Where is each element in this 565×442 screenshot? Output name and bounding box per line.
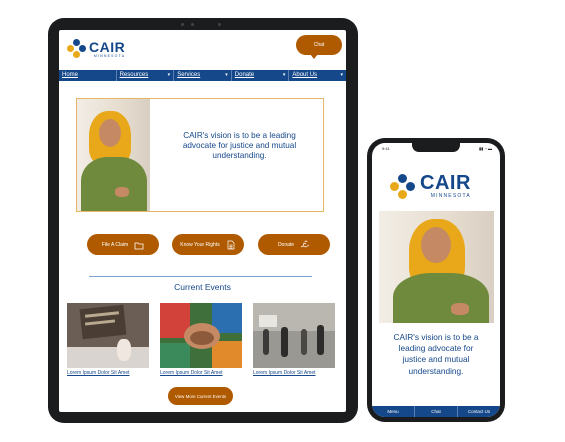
event-link[interactable]: Lorem Ipsum Dolor Sit Amet	[253, 370, 335, 376]
chevron-down-icon: ▾	[340, 72, 343, 78]
event-card[interactable]: Lorem Ipsum Dolor Sit Amet	[160, 303, 242, 376]
main-nav: Home Resources ▾ Services ▾ Donate ▾ About …	[59, 70, 346, 81]
cair-logo[interactable]: CAIR MINNESOTA	[390, 173, 471, 199]
event-link[interactable]: Lorem Ipsum Dolor Sit Amet	[160, 370, 242, 376]
camera-dot	[218, 23, 221, 26]
event-image-street-march	[253, 303, 335, 368]
logo-mark-icon	[67, 39, 86, 58]
chevron-down-icon: ▾	[225, 72, 228, 78]
site-header: CAIR MINNESOTA Chat	[59, 30, 346, 68]
know-your-rights-button[interactable]: Know Your Rights	[172, 234, 244, 255]
vision-statement: CAIR's vision is to be a leading advocat…	[393, 332, 479, 376]
button-label: Know Your Rights	[180, 241, 220, 248]
tablet-device-frame: CAIR MINNESOTA Chat Home Resources ▾ Serv…	[48, 18, 358, 423]
tablet-screen: CAIR MINNESOTA Chat Home Resources ▾ Serv…	[59, 30, 346, 412]
view-more-events-button[interactable]: View More Current Events	[168, 387, 233, 405]
donate-hand-icon	[300, 240, 310, 247]
document-icon	[227, 240, 235, 249]
nav-item-resources[interactable]: Resources ▾	[117, 70, 175, 81]
logo-mark-icon	[390, 173, 415, 199]
vision-statement: CAIR's vision is to be a leading advocat…	[182, 131, 297, 160]
camera-dot	[181, 23, 184, 26]
logo-subtitle: MINNESOTA	[93, 53, 126, 58]
section-divider	[89, 276, 312, 277]
hero-photo-woman-hijab	[379, 211, 494, 323]
event-image-hands-together	[160, 303, 242, 368]
nav-item-home[interactable]: Home	[59, 70, 117, 81]
phone-device-frame: 9:41 ▮▮ ◔ ▬ CAIR MINNESOTA CAIR's vision…	[367, 138, 505, 422]
logo-wordmark: CAIR	[89, 38, 126, 55]
nav-item-donate[interactable]: Donate ▾	[232, 70, 290, 81]
menu-button[interactable]: Menu	[372, 406, 415, 417]
status-time: 9:41	[382, 146, 390, 151]
chat-button[interactable]: Chat	[296, 35, 342, 59]
event-image-protest-sign	[67, 303, 149, 368]
donate-button[interactable]: Donate	[258, 234, 330, 255]
logo-wordmark: CAIR	[420, 172, 471, 194]
cair-logo[interactable]: CAIR MINNESOTA	[67, 39, 125, 58]
nav-item-services[interactable]: Services ▾	[174, 70, 232, 81]
phone-screen: 9:41 ▮▮ ◔ ▬ CAIR MINNESOTA CAIR's vision…	[372, 143, 500, 417]
status-icons: ▮▮ ◔ ▬	[478, 146, 492, 151]
event-link[interactable]: Lorem Ipsum Dolor Sit Amet	[67, 370, 149, 376]
bottom-action-bar: Menu Chat Contact Us	[372, 406, 500, 417]
button-label: Donate	[277, 241, 295, 248]
chat-button[interactable]: Chat	[415, 406, 458, 417]
nav-item-about-us[interactable]: About Us ▾	[289, 70, 346, 81]
folder-icon	[134, 242, 144, 249]
chevron-down-icon: ▾	[282, 72, 286, 78]
hero-section: CAIR's vision is to be a leading advocat…	[76, 98, 324, 212]
chevron-down-icon: ▾	[167, 72, 171, 78]
phone-notch	[412, 143, 460, 152]
event-card[interactable]: Lorem Ipsum Dolor Sit Amet	[253, 303, 335, 376]
event-card[interactable]: Lorem Ipsum Dolor Sit Amet	[67, 303, 149, 376]
camera-dot	[191, 23, 194, 26]
button-label: File A Claim	[101, 241, 129, 248]
hero-photo-woman-hijab	[77, 99, 150, 211]
file-a-claim-button[interactable]: File A Claim	[87, 234, 159, 255]
current-events-heading: Current Events	[174, 282, 231, 292]
contact-us-button[interactable]: Contact Us	[458, 406, 500, 417]
